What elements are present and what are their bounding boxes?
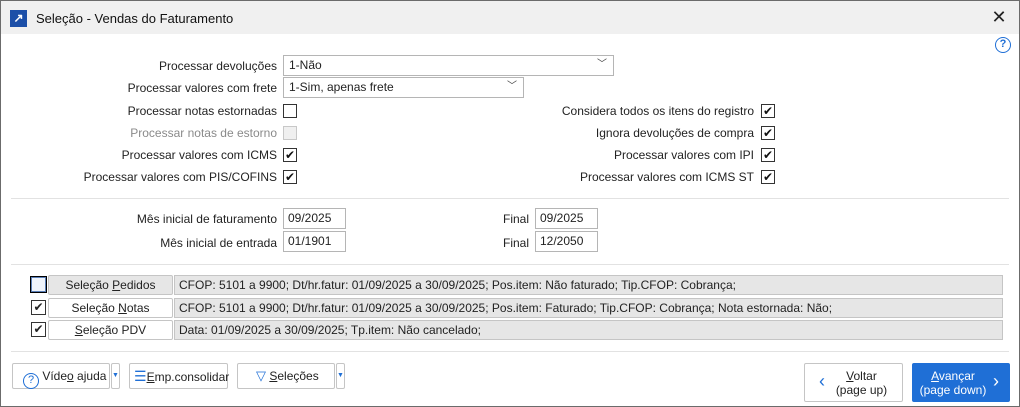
- label-part: Víde: [42, 369, 68, 383]
- avancar-button[interactable]: › Avançar (page down): [912, 363, 1010, 402]
- left-check-label: Processar valores com PIS/COFINS: [83, 170, 277, 184]
- label-part: eleção PDV: [82, 323, 147, 337]
- label-part: Seleção: [71, 300, 119, 315]
- voltar-button[interactable]: ‹ Voltar (page up): [804, 363, 903, 402]
- right-checkbox[interactable]: ✔: [761, 126, 775, 140]
- help-icon[interactable]: ?: [995, 37, 1011, 53]
- chevron-down-icon: ﹀: [597, 59, 607, 70]
- title-bar: ↗ Seleção - Vendas do Faturamento ✕: [1, 1, 1019, 34]
- right-checkbox[interactable]: ✔: [761, 148, 775, 162]
- filter-icon: ▽: [256, 368, 266, 383]
- selection-button[interactable]: Seleção Pedidos: [48, 275, 173, 295]
- frete-value: 1-Sim, apenas frete: [289, 80, 394, 94]
- emp-consolidar-button[interactable]: ☰Emp.consolidar: [129, 363, 230, 389]
- left-checkbox: [283, 126, 297, 140]
- mes-fat-label: Mês inicial de faturamento: [136, 212, 277, 226]
- video-ajuda-button[interactable]: ? Vídeo ajuda: [12, 363, 110, 389]
- right-checkbox[interactable]: ✔: [761, 104, 775, 118]
- selection-summary: CFOP: 5101 a 9900; Dt/hr.fatur: 01/09/20…: [174, 297, 1003, 318]
- chevron-right-icon: ›: [993, 371, 999, 391]
- list-icon: ☰: [134, 368, 147, 384]
- close-icon[interactable]: ✕: [989, 7, 1009, 28]
- right-check-label: Processar valores com IPI: [613, 148, 754, 162]
- devolucoes-select[interactable]: 1-Não ﹀: [283, 55, 614, 76]
- label-part: Seleção: [65, 278, 113, 292]
- mes-fat-final-input[interactable]: 09/2025: [535, 208, 598, 229]
- left-check-label: Processar valores com ICMS: [121, 148, 277, 162]
- mes-fat-final-label: Final: [502, 212, 529, 226]
- left-check-label: Processar notas de estorno: [130, 126, 277, 140]
- mes-ent-final-label: Final: [502, 236, 529, 250]
- frete-select[interactable]: 1-Sim, apenas frete ﹀: [283, 77, 524, 98]
- devolucoes-label: Processar devoluções: [158, 59, 277, 73]
- label-part: mp.consolidar: [154, 370, 230, 384]
- selection-button[interactable]: Seleção Notas: [48, 297, 173, 318]
- mnemonic: E: [146, 370, 155, 384]
- left-checkbox[interactable]: ✔: [283, 148, 297, 162]
- selecoes-button[interactable]: ▽ Seleções: [237, 363, 335, 389]
- dialog-window: ↗ Seleção - Vendas do Faturamento ✕ ? Pr…: [0, 0, 1020, 407]
- divider: [11, 198, 1009, 199]
- selection-summary: Data: 01/09/2025 a 30/09/2025; Tp.item: …: [174, 320, 1003, 340]
- label-part: vançar: [938, 369, 975, 383]
- mes-ent-final-input[interactable]: 12/2050: [535, 231, 598, 252]
- label-part: eleções: [277, 369, 319, 383]
- mnemonic: V: [846, 369, 854, 383]
- mnemonic: o: [67, 369, 74, 383]
- label-part: ajuda: [73, 369, 107, 383]
- mnemonic: S: [74, 323, 83, 337]
- frete-label: Processar valores com frete: [127, 81, 277, 95]
- devolucoes-value: 1-Não: [289, 58, 322, 72]
- mnemonic: N: [118, 300, 127, 315]
- left-checkbox[interactable]: ✔: [283, 170, 297, 184]
- video-ajuda-dropdown[interactable]: ▼: [111, 363, 120, 389]
- chevron-left-icon: ‹: [819, 371, 825, 391]
- selecoes-dropdown[interactable]: ▼: [336, 363, 345, 389]
- right-check-label: Processar valores com ICMS ST: [579, 170, 754, 184]
- label-part: oltar: [853, 369, 877, 383]
- mnemonic: P: [112, 278, 121, 292]
- label-part: edidos: [120, 278, 156, 292]
- left-checkbox[interactable]: [283, 104, 297, 118]
- selection-checkbox[interactable]: ✔: [31, 299, 46, 315]
- right-check-label: Considera todos os itens do registro: [561, 104, 754, 118]
- right-check-label: Ignora devoluções de compra: [595, 126, 754, 140]
- mes-ent-input[interactable]: 01/1901: [283, 231, 346, 252]
- selection-checkbox[interactable]: [30, 276, 47, 293]
- divider: [11, 264, 1009, 265]
- mnemonic: A: [931, 369, 939, 383]
- right-checkbox[interactable]: ✔: [761, 170, 775, 184]
- mes-ent-label: Mês inicial de entrada: [160, 236, 277, 250]
- selection-summary: CFOP: 5101 a 9900; Dt/hr.fatur: 01/09/20…: [174, 275, 1003, 295]
- help-circle-icon: ?: [23, 373, 39, 389]
- divider: [11, 351, 1009, 352]
- window-title: Seleção - Vendas do Faturamento: [36, 11, 234, 26]
- selection-button[interactable]: Seleção PDV: [48, 320, 173, 340]
- selection-checkbox[interactable]: ✔: [31, 322, 46, 337]
- chevron-down-icon: ﹀: [507, 81, 517, 92]
- app-icon: ↗: [10, 10, 27, 27]
- mes-fat-input[interactable]: 09/2025: [283, 208, 346, 229]
- left-check-label: Processar notas estornadas: [127, 104, 277, 118]
- label-part: otas: [126, 300, 150, 315]
